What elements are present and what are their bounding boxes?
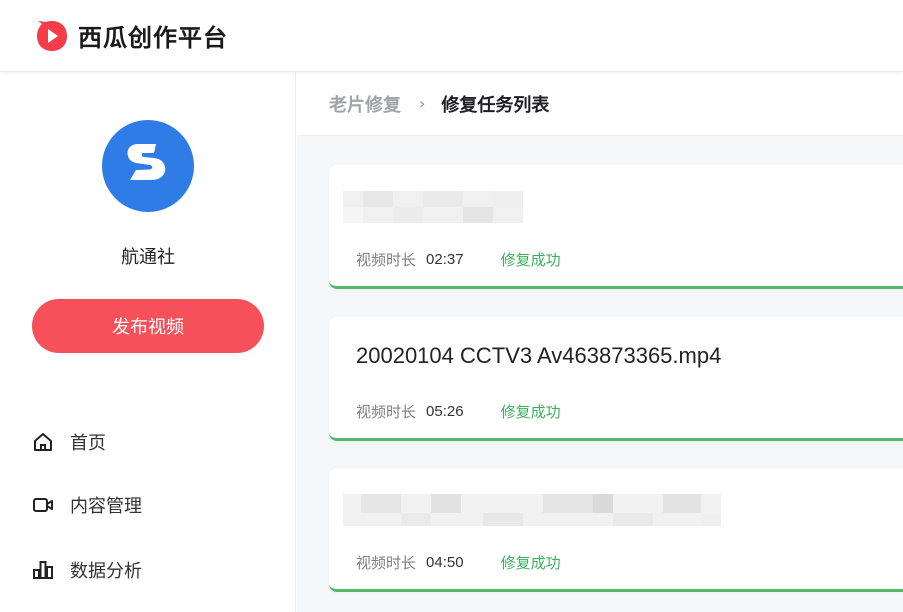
task-meta: 视频时长 02:37 修复成功 (356, 249, 561, 270)
sidebar: 航通社 发布视频 首页 内容管理 数据分析 (0, 72, 296, 612)
duration-label: 视频时长 (356, 403, 417, 421)
task-card[interactable]: 视频时长 02:37 修复成功 (329, 165, 903, 289)
nav-label: 内容管理 (70, 496, 142, 517)
task-card[interactable]: 20020104 CCTV3 Av463873365.mp4 视频时长 05:2… (329, 317, 903, 441)
nav-label: 首页 (70, 433, 106, 454)
blurred-title-block (343, 494, 721, 526)
account-logo-icon (127, 144, 166, 180)
task-card[interactable]: 视频时长 04:50 修复成功 (329, 468, 903, 592)
main-content: 老片修复 › 修复任务列表 视频时长 02:37 修复成功 20020104 C… (297, 72, 903, 612)
task-title: 20020104 CCTV3 Av463873365.mp4 (356, 343, 722, 368)
task-meta: 视频时长 04:50 修复成功 (356, 552, 561, 573)
home-icon (34, 433, 52, 451)
watermelon-play-logo-icon (37, 20, 67, 51)
bar-chart-icon (33, 561, 53, 579)
top-bar: 西瓜创作平台 (0, 0, 903, 72)
blurred-title-block (343, 191, 523, 223)
publish-video-button[interactable]: 发布视频 (32, 299, 264, 353)
avatar[interactable] (102, 120, 194, 212)
nav-item-content-management[interactable]: 内容管理 (32, 490, 272, 520)
breadcrumb-parent-link[interactable]: 老片修复 (329, 91, 401, 117)
nav-label: 数据分析 (70, 561, 142, 582)
breadcrumb-separator-icon: › (419, 94, 426, 113)
duration-value: 02:37 (426, 251, 464, 268)
status-badge: 修复成功 (500, 251, 561, 269)
duration-label: 视频时长 (356, 554, 417, 572)
duration-label: 视频时长 (356, 251, 417, 269)
video-camera-icon (33, 498, 53, 512)
status-badge: 修复成功 (500, 554, 561, 572)
nav-item-data-analysis[interactable]: 数据分析 (32, 555, 272, 585)
app-name: 西瓜创作平台 (78, 24, 228, 52)
duration-value: 04:50 (426, 554, 464, 571)
nav-item-home[interactable]: 首页 (32, 427, 272, 457)
breadcrumb: 老片修复 › 修复任务列表 (297, 72, 903, 136)
status-badge: 修复成功 (500, 403, 561, 421)
task-meta: 视频时长 05:26 修复成功 (356, 401, 561, 422)
username: 航通社 (121, 247, 175, 268)
breadcrumb-current: 修复任务列表 (441, 94, 550, 116)
app-logo[interactable]: 西瓜创作平台 (34, 18, 228, 54)
duration-value: 05:26 (426, 403, 464, 420)
